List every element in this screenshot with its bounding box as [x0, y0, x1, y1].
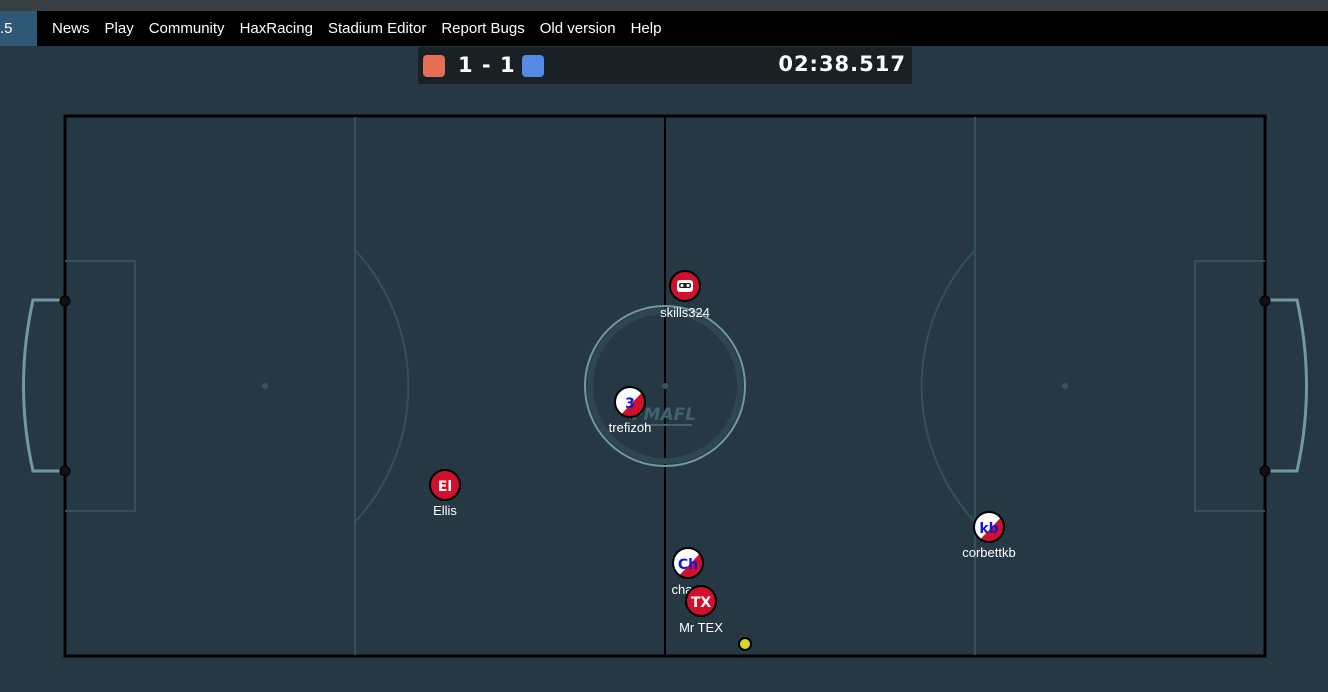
player-name: skills324: [660, 305, 710, 320]
player-name: Mr TEX: [679, 620, 723, 635]
player-name: corbettkb: [962, 545, 1015, 560]
player-name: Ellis: [433, 503, 457, 518]
pitch: FMAFL skills324 3 trefizoh El Ellis kb c…: [22, 114, 1308, 658]
right-bottom-post: [1259, 465, 1271, 477]
right-penalty-box: [1194, 260, 1265, 512]
left-top-post: [59, 295, 71, 307]
left-bottom-post: [59, 465, 71, 477]
robot-face-icon: [677, 280, 693, 292]
player-avatar: kb: [979, 521, 998, 537]
ball: [738, 637, 752, 651]
right-spot: [1062, 383, 1068, 389]
player-avatar: Ch: [678, 557, 698, 573]
player-corbettkb: kb corbettkb: [962, 511, 1016, 560]
center-spot: [662, 383, 668, 389]
player-avatar: 3: [625, 396, 635, 412]
right-goal: [1265, 298, 1308, 473]
player-skills324: skills324: [660, 270, 710, 320]
left-arc: [354, 249, 410, 523]
left-goal: [22, 298, 65, 473]
right-arc: [920, 249, 976, 523]
player-ellis: El Ellis: [429, 469, 461, 518]
player-name: trefizoh: [609, 420, 652, 435]
left-penalty-box: [65, 260, 136, 512]
left-spot: [262, 383, 268, 389]
right-top-post: [1259, 295, 1271, 307]
player-avatar: TX: [691, 595, 712, 611]
player-avatar: El: [438, 479, 452, 495]
